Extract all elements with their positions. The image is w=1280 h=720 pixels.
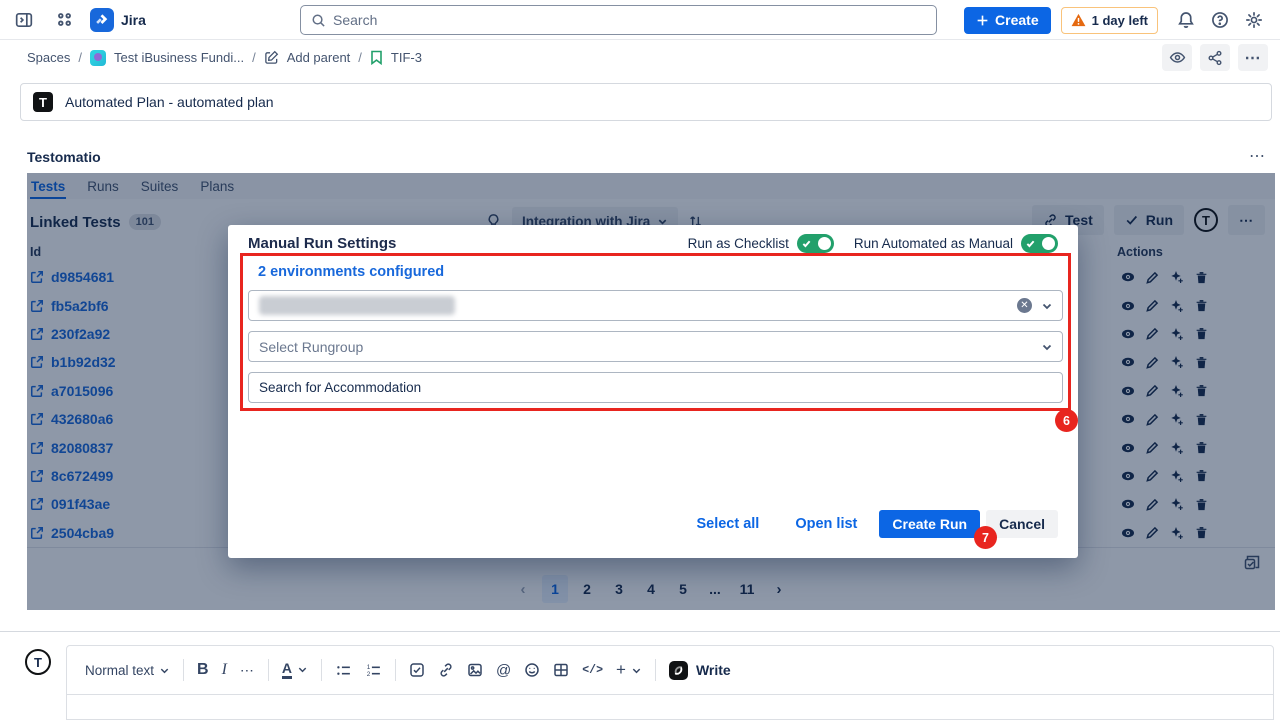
environments-configured-link[interactable]: 2 environments configured [258, 264, 444, 280]
annotation-highlight-box: 2 environments configured ✕ Select Rungr… [240, 253, 1071, 411]
create-run-button[interactable]: Create Run [879, 510, 980, 538]
rungroup-placeholder: Select Rungroup [259, 339, 363, 355]
share-button[interactable] [1200, 44, 1230, 71]
sidebar-toggle-icon[interactable] [10, 6, 38, 34]
emoji-button[interactable] [524, 662, 540, 678]
text-style-dropdown[interactable]: Normal text [85, 663, 170, 678]
insert-more-button[interactable]: + [616, 660, 642, 680]
bookmark-icon [370, 50, 383, 65]
annotation-step-6: 6 [1055, 409, 1078, 432]
warning-icon [1071, 13, 1086, 27]
breadcrumb-add-parent[interactable]: Add parent [287, 50, 351, 65]
editor-toolbar: Normal text B I ⋯ A 1 2 [67, 646, 1273, 695]
run-title-input[interactable]: Search for Accommodation [248, 372, 1063, 403]
numbered-list-button[interactable]: 1 2 [365, 662, 382, 679]
help-icon[interactable] [1206, 6, 1234, 34]
widget-section-title: Testomatio [27, 149, 101, 165]
run-as-checklist-label: Run as Checklist [688, 236, 789, 251]
breadcrumb: Spaces / Test iBusiness Fundi... / Add p… [0, 50, 422, 66]
settings-gear-icon[interactable] [1240, 6, 1268, 34]
smart-link-card[interactable]: T Automated Plan - automated plan [20, 83, 1272, 121]
testomatio-logo-icon: T [33, 92, 53, 112]
trial-countdown-badge[interactable]: 1 day left [1061, 7, 1158, 34]
run-as-checklist-toggle[interactable] [797, 234, 834, 253]
search-icon [311, 13, 326, 28]
create-button[interactable]: Create [964, 7, 1051, 34]
italic-button[interactable]: I [222, 661, 227, 679]
search-input[interactable] [333, 12, 926, 28]
manual-run-settings-modal: Manual Run Settings Run as Checklist Run… [228, 225, 1078, 558]
bold-button[interactable]: B [197, 661, 209, 679]
edit-icon [264, 50, 279, 65]
space-avatar [90, 50, 106, 66]
breadcrumb-space-name[interactable]: Test iBusiness Fundi... [114, 50, 244, 65]
run-title-value: Search for Accommodation [259, 380, 421, 395]
app-name: Jira [121, 12, 146, 28]
chevron-down-icon[interactable] [1041, 341, 1053, 353]
environment-select[interactable]: ✕ [248, 290, 1063, 321]
chevron-down-icon[interactable] [1041, 300, 1053, 312]
section-divider [0, 631, 1280, 632]
breadcrumb-spaces[interactable]: Spaces [27, 50, 70, 65]
widget-more-icon[interactable]: ⋯ [1249, 146, 1266, 166]
breadcrumb-row: Spaces / Test iBusiness Fundi... / Add p… [0, 41, 1280, 74]
select-all-link[interactable]: Select all [696, 516, 759, 532]
top-navigation-bar: Jira Create 1 day left [0, 0, 1280, 40]
watch-button[interactable] [1162, 44, 1192, 71]
run-automated-as-manual-toggle[interactable] [1021, 234, 1058, 253]
image-button[interactable] [467, 662, 483, 678]
open-list-link[interactable]: Open list [795, 516, 857, 532]
notifications-icon[interactable] [1172, 6, 1200, 34]
link-button[interactable] [438, 662, 454, 678]
text-format-more-button[interactable]: ⋯ [240, 662, 255, 679]
rovo-logo-icon [669, 661, 688, 680]
jira-logo-icon [90, 8, 114, 32]
user-avatar: T [25, 649, 51, 675]
app-switcher-icon[interactable] [50, 6, 78, 34]
mention-button[interactable]: @ [496, 662, 511, 679]
comment-editor[interactable]: Normal text B I ⋯ A 1 2 [66, 645, 1274, 720]
redacted-environment-value [259, 296, 455, 315]
more-actions-button[interactable]: ⋯ [1238, 44, 1268, 71]
plan-card-title[interactable]: Automated Plan - automated plan [65, 94, 274, 110]
run-automated-as-manual-label: Run Automated as Manual [854, 236, 1013, 251]
clear-selection-icon[interactable]: ✕ [1017, 298, 1032, 313]
rungroup-select[interactable]: Select Rungroup [248, 331, 1063, 362]
global-search[interactable] [300, 5, 937, 35]
code-block-button[interactable]: </> [582, 664, 603, 677]
breadcrumb-issue-key[interactable]: TIF-3 [391, 50, 422, 65]
task-list-button[interactable] [409, 662, 425, 678]
table-button[interactable] [553, 662, 569, 678]
svg-text:2: 2 [367, 670, 371, 677]
ai-write-button[interactable]: Write [669, 661, 731, 680]
cancel-button[interactable]: Cancel [986, 510, 1058, 538]
bullet-list-button[interactable] [335, 662, 352, 679]
testomatio-widget: TestsRunsSuitesPlans Linked Tests 101 In… [27, 173, 1275, 610]
modal-title: Manual Run Settings [248, 235, 396, 252]
jira-home-link[interactable]: Jira [90, 8, 146, 32]
text-color-button[interactable]: A [282, 661, 308, 679]
annotation-step-7: 7 [974, 526, 997, 549]
